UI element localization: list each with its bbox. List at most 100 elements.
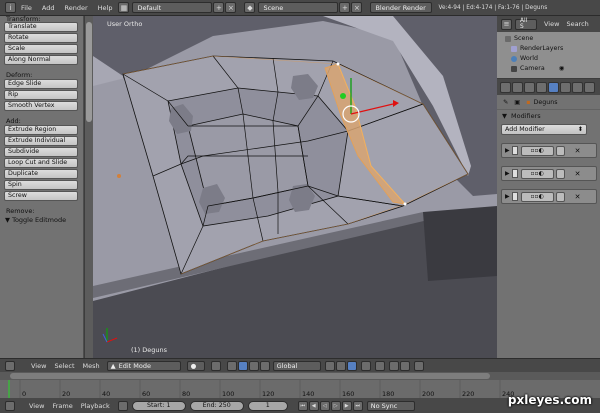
modifier-visibility-toggles[interactable]: ▫▫◐: [520, 191, 554, 202]
rotate-manipulator-icon[interactable]: [248, 360, 259, 371]
face-select-icon[interactable]: [346, 360, 357, 371]
translate-button[interactable]: Translate: [4, 22, 78, 32]
render-tab-icon[interactable]: [500, 81, 511, 93]
spin-button[interactable]: Spin: [4, 180, 78, 190]
modifier-row[interactable]: ▶ ▫▫◐ ✕: [501, 143, 597, 158]
expand-triangle-icon[interactable]: ▶: [505, 170, 510, 177]
menu-help[interactable]: Help: [93, 4, 118, 12]
tool-shelf-scrollbar[interactable]: [85, 16, 93, 358]
menu-view[interactable]: View: [25, 402, 48, 410]
remove-modifier-icon[interactable]: ✕: [575, 193, 581, 201]
delete-scene-icon[interactable]: ×: [351, 2, 363, 13]
modifier-cage-toggle[interactable]: [555, 191, 565, 202]
orientation-select[interactable]: Global: [272, 360, 321, 371]
viewport-shading-select[interactable]: ●: [186, 360, 205, 371]
modifier-row[interactable]: ▶ ▫▫◐ ✕: [501, 166, 597, 181]
visibility-eye-icon[interactable]: ◉: [559, 64, 565, 74]
along-normal-button[interactable]: Along Normal: [4, 55, 78, 65]
outliner-item-world[interactable]: World: [497, 54, 600, 64]
rip-button[interactable]: Rip: [4, 90, 78, 100]
current-frame-field[interactable]: 1: [247, 400, 288, 411]
add-layout-icon[interactable]: +: [213, 2, 225, 13]
screw-button[interactable]: Screw: [4, 191, 78, 201]
modifier-visibility-toggles[interactable]: ▫▫◐: [520, 145, 554, 156]
extrude-individual-button[interactable]: Extrude Individual: [4, 136, 78, 146]
toggle-editmode-panel[interactable]: ▼ Toggle Editmode: [0, 215, 83, 226]
smooth-vertex-button[interactable]: Smooth Vertex: [4, 101, 78, 111]
modifier-row[interactable]: ▶ ▫▫◐ ✕: [501, 189, 597, 204]
outliner-search-menu[interactable]: Search: [566, 20, 588, 28]
outliner-item-renderlayers[interactable]: RenderLayers: [497, 44, 600, 54]
menu-mesh[interactable]: Mesh: [79, 362, 104, 370]
end-frame-field[interactable]: End: 250: [189, 400, 244, 411]
editor-type-icon[interactable]: [5, 360, 15, 371]
screen-layout-icon[interactable]: ▦: [118, 2, 130, 13]
subdivide-button[interactable]: Subdivide: [4, 147, 78, 157]
snap-element-icon[interactable]: [399, 360, 410, 371]
vertex-select-icon[interactable]: [324, 360, 335, 371]
sync-mode-select[interactable]: No Sync: [366, 400, 415, 411]
scene-field[interactable]: Scene: [258, 2, 339, 13]
texture-tab-icon[interactable]: [584, 81, 595, 93]
material-tab-icon[interactable]: [572, 81, 583, 93]
menu-view[interactable]: View: [27, 362, 50, 370]
render-engine-select[interactable]: Blender Render: [370, 2, 433, 13]
jump-start-icon[interactable]: ⏮: [297, 400, 308, 411]
object-tab-icon[interactable]: [536, 81, 547, 93]
pin-icon[interactable]: ✎: [503, 99, 508, 106]
mode-select[interactable]: ▲ Edit Mode: [106, 360, 181, 371]
menu-render[interactable]: Render: [59, 4, 92, 12]
expand-triangle-icon[interactable]: ▶: [505, 147, 510, 154]
menu-frame[interactable]: Frame: [48, 402, 76, 410]
translate-manipulator-icon[interactable]: [237, 360, 248, 371]
menu-playback[interactable]: Playback: [77, 402, 114, 410]
editor-type-icon[interactable]: i: [5, 2, 16, 13]
3d-cursor-icon[interactable]: [117, 174, 121, 178]
add-modifier-button[interactable]: Add Modifier ⬍: [501, 124, 587, 135]
pivot-point-icon[interactable]: [210, 360, 221, 371]
manipulator-toggle-icon[interactable]: [226, 360, 237, 371]
modifiers-tab-icon[interactable]: [548, 81, 559, 93]
jump-end-icon[interactable]: ⏭: [352, 400, 363, 411]
data-tab-icon[interactable]: [560, 81, 571, 93]
opengl-render-icon[interactable]: [413, 360, 424, 371]
prev-keyframe-icon[interactable]: ◀: [308, 400, 319, 411]
3d-viewport[interactable]: User Ortho (1) Deguns: [93, 16, 497, 358]
extrude-region-button[interactable]: Extrude Region: [4, 125, 78, 135]
rotate-button[interactable]: Rotate: [4, 33, 78, 43]
duplicate-button[interactable]: Duplicate: [4, 169, 78, 179]
scrollbar-thumb[interactable]: [86, 22, 92, 122]
scale-manipulator-icon[interactable]: [259, 360, 270, 371]
modifiers-panel-header[interactable]: ▼ Modifiers: [497, 109, 600, 121]
modifier-cage-toggle[interactable]: [555, 168, 565, 179]
outliner-editor-icon[interactable]: ≡: [501, 18, 512, 30]
edge-slide-button[interactable]: Edge Slide: [4, 79, 78, 89]
add-scene-icon[interactable]: +: [339, 2, 351, 13]
outliner-display-mode[interactable]: All S: [515, 18, 537, 30]
remove-modifier-icon[interactable]: ✕: [575, 147, 581, 155]
edge-select-icon[interactable]: [335, 360, 346, 371]
scene-icon[interactable]: ◆: [244, 2, 256, 13]
play-icon[interactable]: ▷: [330, 400, 341, 411]
screen-layout-field[interactable]: Default: [132, 2, 213, 13]
delete-layout-icon[interactable]: ×: [225, 2, 237, 13]
modifier-visibility-toggles[interactable]: ▫▫◐: [520, 168, 554, 179]
outliner-view-menu[interactable]: View: [544, 20, 559, 28]
preview-range-icon[interactable]: [117, 400, 128, 411]
loop-cut-button[interactable]: Loop Cut and Slide: [4, 158, 78, 168]
limit-selection-icon[interactable]: [360, 360, 371, 371]
editor-type-icon[interactable]: [5, 400, 15, 411]
remove-modifier-icon[interactable]: ✕: [575, 170, 581, 178]
menu-file[interactable]: File: [16, 4, 37, 12]
play-reverse-icon[interactable]: ◁: [319, 400, 330, 411]
modifier-cage-toggle[interactable]: [555, 145, 565, 156]
outliner-item-camera[interactable]: Camera ◉: [497, 64, 600, 74]
start-frame-field[interactable]: Start: 1: [131, 400, 186, 411]
viewport-canvas[interactable]: [93, 16, 497, 358]
expand-triangle-icon[interactable]: ▶: [505, 193, 510, 200]
scene-tab-icon[interactable]: [512, 81, 523, 93]
timeline-scroll-thumb[interactable]: [10, 373, 490, 379]
scale-button[interactable]: Scale: [4, 44, 78, 54]
world-tab-icon[interactable]: [524, 81, 535, 93]
snap-icon[interactable]: [388, 360, 399, 371]
